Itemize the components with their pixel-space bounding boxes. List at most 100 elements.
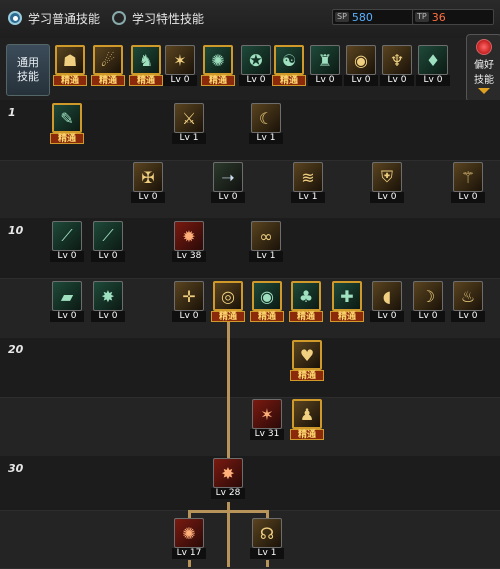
tree-skill-slot[interactable]: ☊ Lv 1 (250, 518, 284, 560)
preference-label-line1: 偏好 (474, 60, 494, 71)
tree-skill-slot[interactable]: ♥ 精通 (290, 340, 324, 382)
tree-skill-slot[interactable]: ✛ Lv 0 (172, 281, 206, 323)
common-skill-slot[interactable]: ☗ 精通 (53, 45, 87, 87)
skill-level-label: Lv 0 (451, 192, 485, 203)
tree-skill-slot[interactable]: ◎ 精通 (211, 281, 245, 323)
skill-level-label: Lv 0 (451, 311, 485, 322)
tree-row (0, 510, 500, 569)
tree-skill-slot[interactable]: ◖ Lv 0 (370, 281, 404, 323)
skill-icon: ⟋ (52, 221, 82, 251)
tab-special-skills[interactable]: 学习特性技能 (112, 9, 204, 27)
tree-skill-slot[interactable]: ♟ 精通 (290, 399, 324, 441)
skill-icon: ♣ (291, 281, 321, 311)
skill-icon: ♨ (453, 281, 483, 311)
level-label-20: 20 (8, 343, 24, 356)
tree-skill-slot[interactable]: ✎ 精通 (50, 103, 84, 145)
skill-icon: ♥ (292, 340, 322, 370)
preference-skills-button[interactable]: 偏好 技能 (466, 34, 500, 102)
skill-icon: ☾ (251, 103, 281, 133)
tree-skill-slot[interactable]: ⚚ Lv 0 (451, 162, 485, 204)
tree-skill-slot[interactable]: ≋ Lv 1 (291, 162, 325, 204)
skill-level-label: Lv 1 (291, 192, 325, 203)
tree-skill-slot[interactable]: ∞ Lv 1 (249, 221, 283, 263)
radio-selected-icon (8, 11, 22, 25)
skill-level-label: 精通 (91, 75, 125, 86)
tree-skill-slot[interactable]: ☽ Lv 0 (411, 281, 445, 323)
radio-icon (112, 11, 126, 25)
skill-icon: ✸ (93, 281, 123, 311)
skill-icon: ◖ (372, 281, 402, 311)
tree-skill-slot[interactable]: ✠ Lv 0 (131, 162, 165, 204)
skill-icon: ☯ (274, 45, 304, 75)
skill-level-label: Lv 0 (370, 192, 404, 203)
tab-normal-skills[interactable]: 学习普通技能 (8, 9, 100, 27)
preference-label-line2: 技能 (474, 75, 494, 86)
tree-skill-slot[interactable]: ♣ 精通 (289, 281, 323, 323)
common-skill-slot[interactable]: ♦ Lv 0 (416, 45, 450, 87)
tree-row (0, 397, 500, 459)
tree-connector (227, 320, 230, 460)
tree-row (0, 160, 500, 222)
common-skill-slot[interactable]: ✪ Lv 0 (239, 45, 273, 87)
top-bar: 学习普通技能 学习特性技能 SP 580 TP 36 (0, 0, 500, 39)
skill-level-label: Lv 0 (91, 311, 125, 322)
common-skill-slot[interactable]: ♆ Lv 0 (380, 45, 414, 87)
skill-level-label: Lv 0 (370, 311, 404, 322)
common-skill-slot[interactable]: ☯ 精通 (272, 45, 306, 87)
skill-level-label: Lv 0 (131, 192, 165, 203)
skill-level-label: Lv 31 (250, 429, 284, 440)
skill-icon: ▰ (52, 281, 82, 311)
skill-icon: ✺ (203, 45, 233, 75)
tree-skill-slot[interactable]: ✸ Lv 0 (91, 281, 125, 323)
chevron-down-icon (478, 88, 490, 94)
tree-connector (188, 560, 191, 567)
skill-level-label: Lv 0 (380, 75, 414, 86)
skill-level-label: Lv 0 (50, 251, 84, 262)
common-skill-slot[interactable]: ◉ Lv 0 (344, 45, 378, 87)
tree-skill-slot[interactable]: ⛨ Lv 0 (370, 162, 404, 204)
skill-icon: ∞ (251, 221, 281, 251)
common-skill-slot[interactable]: ♜ Lv 0 (308, 45, 342, 87)
tree-skill-slot[interactable]: ✶ Lv 31 (250, 399, 284, 441)
tree-skill-slot[interactable]: ♨ Lv 0 (451, 281, 485, 323)
skill-icon: ✶ (165, 45, 195, 75)
skill-level-label: Lv 0 (416, 75, 450, 86)
skill-level-label: Lv 0 (344, 75, 378, 86)
skill-level-label: Lv 38 (172, 251, 206, 262)
tree-skill-slot[interactable]: ☾ Lv 1 (249, 103, 283, 145)
tree-skill-slot[interactable]: ✹ Lv 38 (172, 221, 206, 263)
skill-level-label: Lv 1 (250, 548, 284, 559)
skill-level-label: Lv 0 (411, 311, 445, 322)
tree-skill-slot[interactable]: ➝ Lv 0 (211, 162, 245, 204)
tree-skill-slot[interactable]: ⚔ Lv 1 (172, 103, 206, 145)
skill-icon: ☄ (93, 45, 123, 75)
tree-skill-slot[interactable]: ⟋ Lv 0 (50, 221, 84, 263)
tree-skill-slot[interactable]: ✺ Lv 17 (172, 518, 206, 560)
skill-level-label: 精通 (330, 311, 364, 322)
level-label-1: 1 (8, 106, 16, 119)
common-skill-slot[interactable]: ☄ 精通 (91, 45, 125, 87)
skill-level-label: Lv 17 (172, 548, 206, 559)
common-skill-slot[interactable]: ✶ Lv 0 (163, 45, 197, 87)
common-skills-label: 通用 技能 (6, 44, 50, 96)
level-label-30: 30 (8, 462, 24, 475)
common-label-line2: 技能 (17, 70, 39, 83)
skill-icon: ⟋ (93, 221, 123, 251)
common-skill-slot[interactable]: ✺ 精通 (201, 45, 235, 87)
tree-skill-slot[interactable]: ⟋ Lv 0 (91, 221, 125, 263)
skill-icon: ◎ (213, 281, 243, 311)
skill-icon: ⚚ (453, 162, 483, 192)
level-label-10: 10 (8, 224, 24, 237)
common-skill-slot[interactable]: ♞ 精通 (129, 45, 163, 87)
tree-skill-slot[interactable]: ✸ Lv 28 (211, 458, 245, 500)
tree-skill-slot[interactable]: ▰ Lv 0 (50, 281, 84, 323)
sp-counter: SP 580 (332, 9, 414, 25)
sp-tag: SP (335, 12, 349, 22)
skill-icon: ♆ (382, 45, 412, 75)
tp-value: 36 (431, 10, 446, 24)
skill-icon: ✚ (332, 281, 362, 311)
tree-connector (266, 560, 269, 567)
tree-skill-slot[interactable]: ◉ 精通 (250, 281, 284, 323)
tree-skill-slot[interactable]: ✚ 精通 (330, 281, 364, 323)
skill-level-label: 精通 (272, 75, 306, 86)
